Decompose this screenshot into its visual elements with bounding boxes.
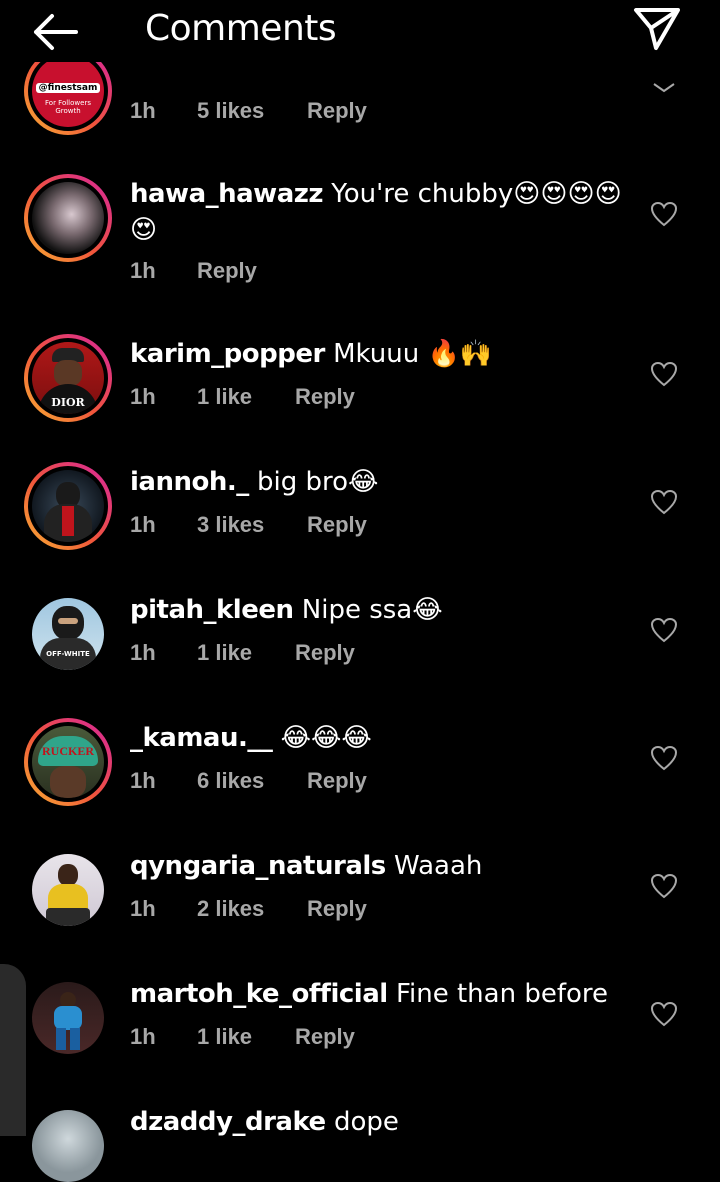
comments-list[interactable]: @finestsam For Followers Growth 1h 5 lik… — [0, 0, 720, 1182]
avatar[interactable] — [32, 1110, 104, 1182]
avatar[interactable] — [32, 982, 104, 1054]
avatar-cap-text: RUCKER — [41, 744, 94, 758]
comment-time: 1h — [130, 768, 156, 793]
avatar[interactable] — [24, 462, 112, 550]
reply-button[interactable]: Reply — [197, 258, 257, 284]
reply-button[interactable]: Reply — [295, 640, 355, 666]
comment-username[interactable]: _kamau.__ — [130, 723, 273, 753]
comment-time: 1h — [130, 98, 156, 123]
comment-body-continued: 😍 — [130, 215, 158, 245]
comment-time: 1h — [130, 640, 156, 665]
comment-body: Waaah — [394, 851, 483, 881]
comment-time: 1h — [130, 384, 156, 409]
comment-time: 1h — [130, 1024, 156, 1049]
heart-icon[interactable] — [650, 873, 678, 899]
reply-button[interactable]: Reply — [307, 98, 367, 124]
comment-username[interactable]: martoh_ke_official — [130, 979, 388, 1009]
heart-icon[interactable] — [650, 361, 678, 387]
comment-username[interactable]: iannoh._ — [130, 467, 249, 497]
like-count[interactable]: 1 like — [197, 1024, 252, 1050]
avatar[interactable]: OFF-WHITE — [32, 598, 104, 670]
comment-username[interactable]: hawa_hawazz — [130, 179, 324, 209]
reply-button[interactable]: Reply — [307, 512, 367, 538]
comment-time: 1h — [130, 512, 156, 537]
comment-body: dope — [333, 1107, 399, 1137]
avatar-badge-handle: @finestsam — [36, 83, 100, 93]
heart-icon[interactable] — [650, 745, 678, 771]
avatar-shirt-text: DIOR — [51, 396, 85, 409]
heart-icon[interactable] — [650, 1001, 678, 1027]
comment-time: 1h — [130, 896, 156, 921]
like-count[interactable]: 3 likes — [197, 512, 264, 538]
comment-username[interactable]: qyngaria_naturals — [130, 851, 386, 881]
comment-body: Nipe ssa😂 — [301, 595, 443, 625]
heart-icon[interactable] — [650, 78, 678, 104]
comment-body: Mkuuu 🔥🙌 — [333, 339, 493, 369]
paper-plane-icon[interactable] — [632, 6, 682, 52]
avatar[interactable] — [24, 174, 112, 262]
like-count[interactable]: 2 likes — [197, 896, 264, 922]
heart-icon[interactable] — [650, 617, 678, 643]
like-count[interactable]: 6 likes — [197, 768, 264, 794]
page-title: Comments — [145, 8, 337, 49]
heart-icon[interactable] — [650, 201, 678, 227]
arrow-left-icon[interactable] — [30, 10, 82, 54]
avatar-badge-text: For Followers — [45, 99, 91, 107]
like-count[interactable]: 1 like — [197, 384, 252, 410]
header: Comments — [0, 0, 720, 62]
comment-time: 1h — [130, 258, 156, 283]
avatar[interactable] — [32, 854, 104, 926]
avatar-badge-text: Growth — [55, 107, 81, 115]
reply-button[interactable]: Reply — [307, 896, 367, 922]
comment-body: big bro😂 — [257, 467, 379, 497]
reply-button[interactable]: Reply — [307, 768, 367, 794]
avatar-shirt-text: OFF-WHITE — [46, 650, 90, 658]
comment-username[interactable]: karim_popper — [130, 339, 325, 369]
comment-body: You're chubby😍😍😍😍 — [331, 179, 622, 209]
comment-body: Fine than before — [395, 979, 608, 1009]
side-panel-handle[interactable] — [0, 964, 26, 1136]
comment-username[interactable]: pitah_kleen — [130, 595, 294, 625]
like-count[interactable]: 5 likes — [197, 98, 264, 124]
avatar[interactable]: DIOR — [24, 334, 112, 422]
like-count[interactable]: 1 like — [197, 640, 252, 666]
heart-icon[interactable] — [650, 489, 678, 515]
comment-body: 😂😂😂 — [280, 723, 372, 753]
reply-button[interactable]: Reply — [295, 384, 355, 410]
reply-button[interactable]: Reply — [295, 1024, 355, 1050]
avatar[interactable]: RUCKER — [24, 718, 112, 806]
comment-username[interactable]: dzaddy_drake — [130, 1107, 326, 1137]
